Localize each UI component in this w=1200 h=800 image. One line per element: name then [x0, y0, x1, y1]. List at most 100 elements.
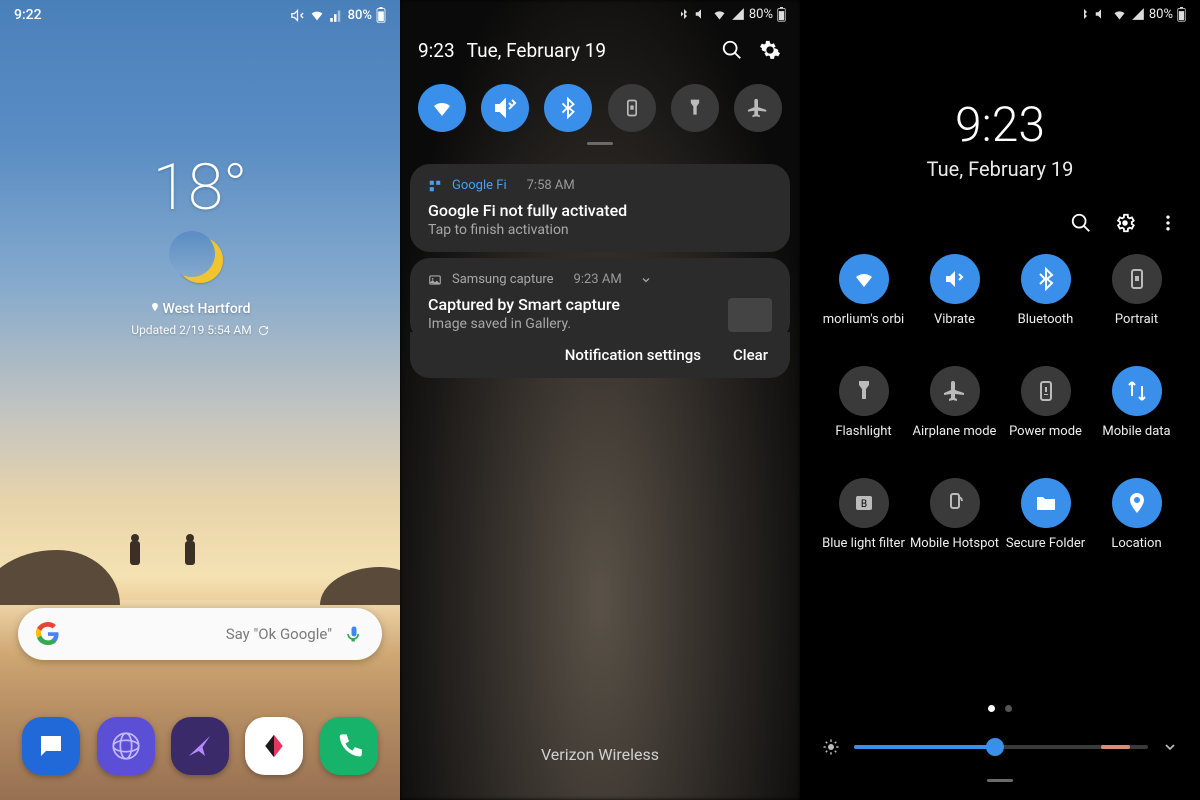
battery-icon: [1177, 7, 1186, 22]
wifi-icon: [839, 254, 889, 304]
shade-time: 9:23: [418, 39, 455, 62]
notification-actions: Notification settings Clear: [410, 332, 790, 378]
google-logo-icon: [36, 622, 60, 646]
mute-icon: [290, 8, 305, 23]
notif-body: Image saved in Gallery.: [428, 316, 772, 332]
chevron-down-icon[interactable]: [640, 274, 652, 286]
wifi-icon: [712, 7, 727, 22]
app-icon: [428, 179, 442, 193]
notification-samsung-capture[interactable]: Samsung capture 9:23 AM Captured by Smar…: [410, 258, 790, 342]
hotspot-icon: [930, 478, 980, 528]
blue-light-icon: B: [839, 478, 889, 528]
shade-header: 9:23 Tue, February 19: [400, 38, 800, 62]
qs-tile-airplane[interactable]: Airplane mode: [909, 366, 1000, 454]
tile-label: Mobile Hotspot: [910, 536, 999, 566]
tile-label: Power mode: [1009, 424, 1082, 454]
weather-widget[interactable]: 18° West Hartford Updated 2/19 5:54 AM: [0, 150, 400, 337]
tile-label: Blue light filter: [822, 536, 905, 566]
messages-app[interactable]: [22, 717, 80, 775]
browser-app[interactable]: [97, 717, 155, 775]
qs-tile-bluetooth[interactable]: Bluetooth: [1000, 254, 1091, 342]
qs-tile-blue-light[interactable]: B Blue light filter: [818, 478, 909, 566]
bluetooth-icon: [1078, 8, 1090, 20]
tile-label: morlium's orbi: [823, 312, 904, 342]
notification-google-fi[interactable]: Google Fi 7:58 AM Google Fi not fully ac…: [410, 164, 790, 252]
brightness-icon: [822, 738, 840, 756]
brightness-row: [822, 738, 1178, 756]
mute-icon: [694, 7, 708, 21]
qs-toolbar: [1070, 212, 1178, 234]
tile-label: Secure Folder: [1006, 536, 1085, 566]
refresh-icon: [258, 325, 269, 336]
signal-icon: [329, 8, 344, 23]
vibrate-icon: [930, 254, 980, 304]
qs-tile-mobile-data[interactable]: Mobile data: [1091, 366, 1182, 454]
rotation-lock-toggle[interactable]: [608, 84, 656, 132]
notification-settings-button[interactable]: Notification settings: [565, 346, 701, 364]
tile-label: Location: [1111, 536, 1161, 566]
clear-button[interactable]: Clear: [733, 346, 768, 364]
battery-text: 80%: [348, 8, 372, 23]
clock-time: 9:23: [800, 96, 1200, 153]
drag-handle[interactable]: [587, 142, 613, 145]
status-bar: 80%: [664, 0, 800, 28]
airplane-toggle[interactable]: [734, 84, 782, 132]
settings-button[interactable]: [758, 38, 782, 62]
status-bar: 9:22 80%: [0, 0, 400, 30]
battery-text: 80%: [1149, 7, 1173, 22]
drag-handle[interactable]: [987, 779, 1013, 782]
tile-label: Mobile data: [1102, 424, 1170, 454]
app-name: Samsung capture: [452, 272, 554, 287]
wifi-toggle[interactable]: [418, 84, 466, 132]
battery-text: 80%: [749, 7, 773, 22]
power-icon: [1021, 366, 1071, 416]
tile-label: Airplane mode: [913, 424, 997, 454]
google-search-bar[interactable]: Say "Ok Google": [18, 608, 382, 660]
qs-tile-secure-folder[interactable]: Secure Folder: [1000, 478, 1091, 566]
qs-tile-location[interactable]: Location: [1091, 478, 1182, 566]
battery-icon: [777, 7, 786, 22]
vibrate-toggle[interactable]: [481, 84, 529, 132]
mute-icon: [1094, 7, 1108, 21]
settings-button[interactable]: [1114, 212, 1136, 234]
bluetooth-icon: [1021, 254, 1071, 304]
app-icon: [428, 273, 442, 287]
screenshot-thumbnail[interactable]: [728, 298, 772, 332]
location-icon: [1112, 478, 1162, 528]
signal-icon: [1131, 7, 1145, 21]
flashlight-toggle[interactable]: [671, 84, 719, 132]
mic-icon[interactable]: [344, 624, 364, 644]
page-dot-1: [988, 705, 995, 712]
status-bar: 80%: [1064, 0, 1200, 28]
music-app[interactable]: [245, 717, 303, 775]
shade-date: Tue, February 19: [467, 39, 706, 62]
notif-time: 7:58 AM: [527, 178, 575, 193]
phone-app[interactable]: [320, 717, 378, 775]
search-hint: Say "Ok Google": [60, 625, 344, 643]
temperature: 18°: [0, 150, 400, 225]
bluetooth-toggle[interactable]: [544, 84, 592, 132]
mobile-data-icon: [1112, 366, 1162, 416]
tile-label: Flashlight: [835, 424, 891, 454]
email-app[interactable]: [171, 717, 229, 775]
page-indicator[interactable]: [800, 705, 1200, 712]
expand-brightness-button[interactable]: [1162, 739, 1178, 755]
home-screen: 9:22 80% 18° West Hartford Update: [0, 0, 400, 800]
qs-tile-wifi[interactable]: morlium's orbi: [818, 254, 909, 342]
search-button[interactable]: [1070, 212, 1092, 234]
qs-tile-portrait[interactable]: Portrait: [1091, 254, 1182, 342]
brightness-slider[interactable]: [854, 745, 1148, 749]
qs-tile-power[interactable]: Power mode: [1000, 366, 1091, 454]
moon-icon: [177, 237, 223, 283]
qs-tile-hotspot[interactable]: Mobile Hotspot: [909, 478, 1000, 566]
status-time: 9:22: [14, 7, 290, 23]
portrait-icon: [1112, 254, 1162, 304]
tile-label: Bluetooth: [1018, 312, 1074, 342]
overflow-button[interactable]: [1158, 213, 1178, 233]
notification-shade: 80% 9:23 Tue, February 19 Google Fi 7:58…: [400, 0, 800, 800]
qs-tile-grid: morlium's orbiVibrate Bluetooth Portrait Fl…: [818, 254, 1182, 566]
qs-tile-vibrate[interactable]: Vibrate: [909, 254, 1000, 342]
search-button[interactable]: [720, 38, 744, 62]
qs-tile-flashlight[interactable]: Flashlight: [818, 366, 909, 454]
notif-body: Tap to finish activation: [428, 222, 772, 238]
